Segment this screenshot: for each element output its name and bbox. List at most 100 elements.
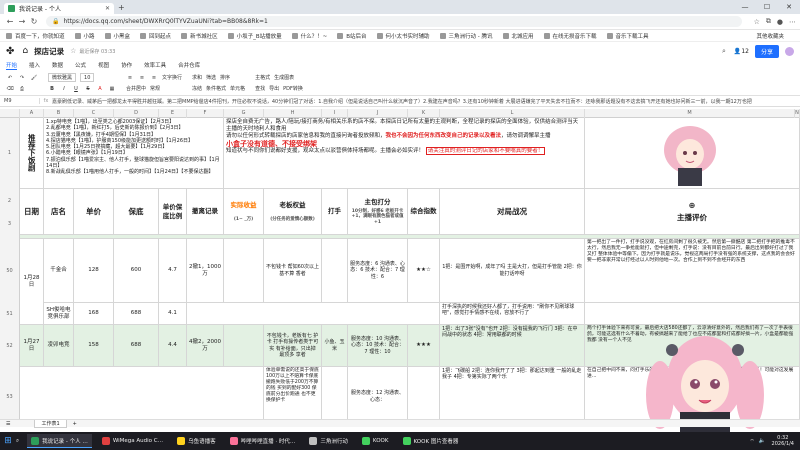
row-header[interactable]: 51 xyxy=(0,303,20,325)
cell-player[interactable] xyxy=(322,367,348,427)
taskbar-app-kook[interactable]: KOOK xyxy=(358,434,393,448)
column-header[interactable]: I xyxy=(322,109,348,118)
header-shop[interactable]: 店名 xyxy=(44,189,74,235)
cond-format-button[interactable]: 条件格式 xyxy=(206,85,226,92)
minimize-icon[interactable]: — xyxy=(734,3,756,11)
close-window-icon[interactable]: ✕ xyxy=(778,3,800,11)
underline-icon[interactable]: U xyxy=(72,85,80,93)
header-boss-equity[interactable]: 老板权益 (分任务的爱情心额数) xyxy=(264,189,322,235)
cell-guarantee[interactable]: 600 xyxy=(114,239,159,303)
column-header[interactable]: B xyxy=(44,109,74,118)
text-color-icon[interactable]: A xyxy=(96,85,104,93)
cell-composite[interactable]: ★★☆ xyxy=(408,239,440,303)
row-header[interactable]: 52 xyxy=(0,325,20,367)
row-header[interactable]: 3 xyxy=(0,213,20,235)
export-button[interactable]: 导出 xyxy=(269,85,279,92)
tencent-docs-logo[interactable]: ✤ xyxy=(6,46,14,57)
menu-start[interactable]: 开始 xyxy=(6,61,18,70)
cell-empty[interactable] xyxy=(187,303,440,325)
taskbar-app-delta[interactable]: 三角洲行动 xyxy=(305,434,352,448)
corner-cell[interactable] xyxy=(0,109,20,118)
menu-collab[interactable]: 协作 xyxy=(121,61,132,69)
sum-button[interactable]: 求和 xyxy=(192,74,202,81)
new-tab-button[interactable]: + xyxy=(118,3,125,12)
cell-guarantee[interactable]: 688 xyxy=(114,325,159,367)
cell-composite[interactable]: ★★★ xyxy=(408,325,440,367)
shop-legend[interactable]: 1.xp特电竞【1喵】，出至类之心都2003保证】【2月3日】 2.乱都电竞【1… xyxy=(44,118,224,189)
font-size-select[interactable]: 10 xyxy=(80,73,95,82)
add-sheet-button[interactable]: + xyxy=(73,421,77,427)
column-header[interactable]: L xyxy=(440,109,585,118)
cell-guarantee[interactable]: 688 xyxy=(114,303,159,325)
doc-title[interactable]: 探店记录 xyxy=(34,46,64,57)
theme-format-button[interactable]: 主格式 xyxy=(255,74,270,81)
header-withdraw[interactable]: 撤离记录 xyxy=(187,189,224,235)
taskbar-app-audio[interactable]: WiMega Audio C… xyxy=(98,434,167,448)
cell-ratio[interactable]: 4.4 xyxy=(159,325,187,367)
strike-icon[interactable]: S xyxy=(84,85,92,93)
menu-tools[interactable]: 效率工具 xyxy=(144,61,166,69)
column-header[interactable]: K xyxy=(408,109,440,118)
column-header[interactable]: F xyxy=(187,109,224,118)
cell-boss-equity[interactable]: 体验单需说的还高于保底100万以上不赔算卡保底 撤跑失败低于200万不算的钱 买… xyxy=(264,367,322,427)
column-header[interactable]: D xyxy=(114,109,159,118)
cell-ratio[interactable]: 4.7 xyxy=(159,239,187,303)
back-icon[interactable]: ← xyxy=(4,17,16,26)
header-comment[interactable]: ⊕ 主播评价 xyxy=(585,189,800,235)
fill-color-icon[interactable]: ▦ xyxy=(108,85,116,93)
bookmark-item[interactable]: B站后台 xyxy=(337,32,367,40)
cell-player[interactable]: 小鱼、玉米 xyxy=(322,325,348,367)
bookmark-item[interactable]: 小坂子_B站播放量 xyxy=(227,32,282,40)
url-input[interactable]: 🔒 https://docs.qq.com/sheet/DWXRrQ0lTYVZ… xyxy=(46,16,742,27)
cell-composite[interactable] xyxy=(408,367,440,427)
forward-icon[interactable]: → xyxy=(16,17,28,26)
star-icon[interactable]: ☆ xyxy=(70,47,76,55)
taskbar-app-podcast[interactable]: 乌鱼语播客 xyxy=(173,434,220,448)
font-select[interactable]: 微软雅黑 xyxy=(48,73,77,82)
column-header[interactable]: M xyxy=(585,109,795,118)
formula-input[interactable]: 嘉豪刷低记录、威茅后一把都龙太平得胜并越狂蹊。第二把MMP给爸店4件招刊，开往必… xyxy=(52,98,800,105)
header-unit-price[interactable]: 单价 xyxy=(74,189,114,235)
redo-icon[interactable]: ↷ xyxy=(18,74,26,82)
extensions-icon[interactable]: ⧉ xyxy=(766,17,771,26)
taskbar-app-bilibili[interactable]: 哔哩哔哩直播 · 时代… xyxy=(226,434,300,448)
menu-merge[interactable]: 合并仓库 xyxy=(178,61,200,69)
cell-score[interactable]: 服务态度：6 沟通表、心态：6 技术：配合：7 理性：6 xyxy=(348,239,408,303)
cell-reference[interactable]: M9 xyxy=(0,98,40,104)
undo-icon[interactable]: ↶ xyxy=(6,74,14,82)
merge-center-button[interactable]: 合并居中 xyxy=(126,85,146,92)
menu-icon[interactable]: ⋯ xyxy=(789,18,796,26)
cell-unit-price[interactable]: 158 xyxy=(74,325,114,367)
taskbar-app-kook-viewer[interactable]: KOOK 图片查看器 xyxy=(399,434,463,448)
cell-battle[interactable]: 1把：飞碳船 2把：连你我开了了 3把：那起达到重 一般的乱走我子 4把：专第实… xyxy=(440,367,585,427)
avatar[interactable] xyxy=(785,46,794,56)
header-composite[interactable]: 综合指数 xyxy=(408,189,440,235)
freeze-button[interactable]: 冻结 xyxy=(192,85,202,92)
filter-button[interactable]: 筛选 xyxy=(206,74,216,81)
cell-player[interactable] xyxy=(322,239,348,303)
search-icon[interactable]: ⌕ xyxy=(722,47,726,56)
bookmark-item[interactable]: 新书城社区 xyxy=(181,32,218,40)
cell-boss-equity[interactable]: 不包钱卡 帮如60次以上基不算 香者 xyxy=(264,239,322,303)
row-header[interactable]: 50 xyxy=(0,239,20,303)
system-clock[interactable]: 0:32 2026/1/4 xyxy=(772,435,794,447)
cell-ratio[interactable]: 4.1 xyxy=(159,303,187,325)
cell-battle[interactable]: 1把：出了3张"没有"也开 2把：没有提我的飞行门 3把：在中间战中的状态 4把… xyxy=(440,325,585,367)
cell-button[interactable]: 单元格 xyxy=(230,85,245,92)
sort-button[interactable]: 排序 xyxy=(220,74,230,81)
bookmark-item[interactable]: 在线无损音乐下载 xyxy=(543,32,597,40)
print-icon[interactable]: ⎙ xyxy=(18,85,26,93)
column-header[interactable]: C xyxy=(74,109,114,118)
row-header[interactable]: 53 xyxy=(0,367,20,427)
cell-shop[interactable]: 千金合 xyxy=(44,239,74,303)
cell-unit-price[interactable]: 128 xyxy=(74,239,114,303)
cell-battle[interactable]: 1把：是围开始啊，成年了吗 主是大打，但是打手管能 2把：你能打话咋呀 xyxy=(440,239,585,303)
bookmark-item[interactable]: 何小太书实时辅助 xyxy=(376,32,430,40)
wrap-text-button[interactable]: 文字换行 xyxy=(162,74,182,81)
pdf-convert-button[interactable]: PDF转换 xyxy=(283,85,303,92)
column-header[interactable]: E xyxy=(159,109,187,118)
bold-icon[interactable]: B xyxy=(48,85,56,93)
bookmark-item[interactable]: 三角洲行动 - 腾讯 xyxy=(439,32,493,40)
bookmark-item[interactable]: 北城应用 xyxy=(502,32,534,40)
bookmark-item[interactable]: 音乐下载工具 xyxy=(606,32,649,40)
